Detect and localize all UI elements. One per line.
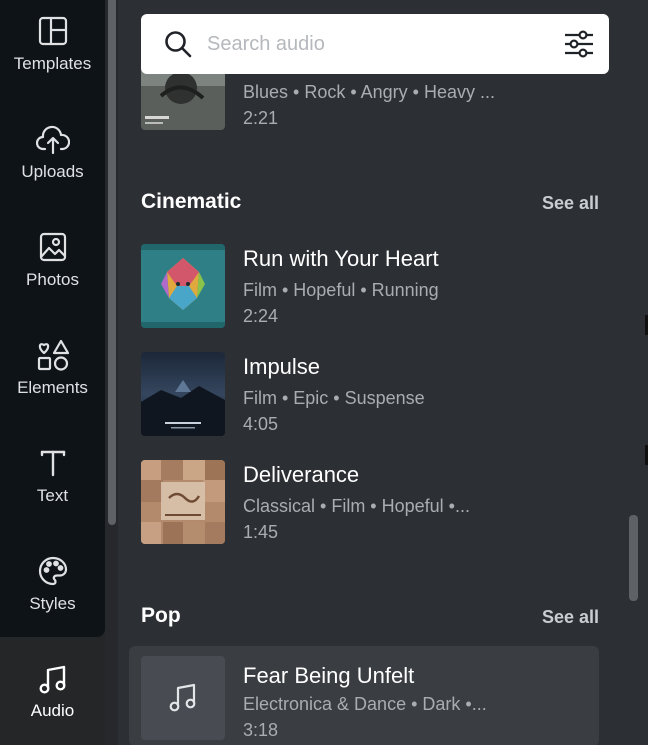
search-icon [165,31,192,58]
layout-icon [36,14,70,48]
track-duration: 1:45 [243,522,279,542]
track-tags: Film • Epic • Suspense [243,388,425,408]
app-root: Templates Uploads Photos Elements Text S… [0,0,648,745]
list-item[interactable]: Impulse Film • Epic • Suspense 4:05 [141,352,599,444]
text-icon [36,446,70,480]
track-duration: 2:21 [243,108,279,128]
nav-label: Uploads [21,162,84,181]
track-title: Deliverance [243,462,360,487]
section-title: Pop [141,604,181,627]
nav-scrollbar[interactable] [105,0,118,745]
nav-scrollbar-thumb[interactable] [108,0,116,525]
track-tags: Film • Hopeful • Running [243,280,439,300]
nav-item-elements[interactable]: Elements [0,338,105,446]
nav-label: Elements [17,378,88,397]
cloud-upload-icon [35,122,70,156]
nav-item-uploads[interactable]: Uploads [0,122,105,230]
list-item[interactable]: Deliverance Classical • Film • Hopeful •… [141,460,599,552]
nav-item-audio[interactable]: Audio [0,637,105,745]
filter-icon[interactable] [563,29,595,59]
image-icon [36,230,70,264]
list-item[interactable]: Run with Your Heart Film • Hopeful • Run… [141,244,599,336]
track-duration: 4:05 [243,414,279,434]
nav-label: Styles [29,594,76,613]
music-note-icon [169,683,196,712]
album-art [141,352,225,436]
nav-label: Photos [26,270,79,289]
nav-label: Templates [13,54,92,73]
nav-item-templates[interactable]: Templates [0,14,105,122]
shapes-icon [36,338,70,372]
nav-item-photos[interactable]: Photos [0,230,105,338]
track-title: Run with Your Heart [243,246,439,271]
section-title: Cinematic [141,190,242,213]
album-art [141,460,225,544]
nav-label: Text [36,486,69,505]
music-note-icon [38,665,68,697]
palette-icon [36,554,70,588]
audio-panel: Blues • Rock • Angry • Heavy ... 2:21 Ci… [118,0,648,745]
see-all-link[interactable]: See all [542,607,599,628]
track-duration: 3:18 [243,720,279,740]
side-nav: Templates Uploads Photos Elements Text S… [0,0,105,637]
track-tags: Classical • Film • Hopeful •... [243,496,470,516]
track-title: Fear Being Unfelt [243,663,415,688]
track-duration: 2:24 [243,306,279,326]
list-item[interactable]: Fear Being Unfelt Electronica & Dance • … [129,646,599,745]
see-all-link[interactable]: See all [542,193,599,214]
nav-item-text[interactable]: Text [0,446,105,554]
search-input[interactable] [207,32,547,56]
track-tags: Blues • Rock • Angry • Heavy ... [243,82,495,102]
track-tags: Electronica & Dance • Dark •... [243,694,487,714]
track-title: Impulse [243,354,321,379]
panel-scrollbar-thumb[interactable] [629,515,638,601]
search-bar [141,14,609,74]
nav-label: Audio [30,701,75,720]
album-art-placeholder [141,656,225,740]
album-art [141,244,225,328]
